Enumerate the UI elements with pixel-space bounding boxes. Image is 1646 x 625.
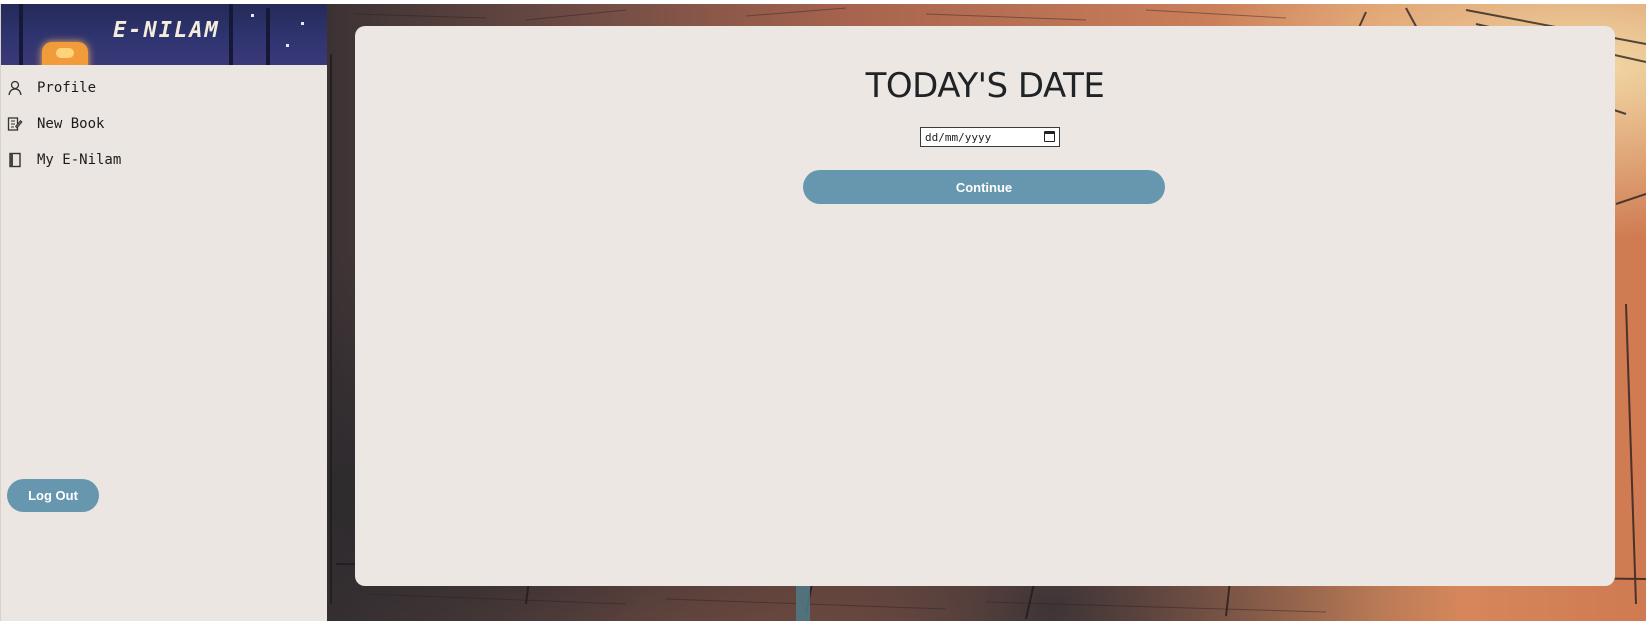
lantern-image: [42, 42, 88, 65]
sidebar-item-profile[interactable]: Profile: [1, 70, 327, 106]
app-banner: E-NILAM: [1, 4, 327, 65]
user-icon: [7, 80, 23, 96]
date-field[interactable]: dd/mm/yyyy: [920, 127, 1060, 147]
app-root: E-NILAM Profile New Book My E-Nilam Log …: [0, 0, 1646, 625]
page-title: TODAY'S DATE: [865, 66, 1105, 106]
date-placeholder: dd/mm/yyyy: [925, 130, 992, 144]
sidebar-item-label: New Book: [37, 116, 105, 132]
sidebar-nav: Profile New Book My E-Nilam: [1, 70, 327, 178]
edit-book-icon: [7, 116, 23, 132]
sidebar-item-new-book[interactable]: New Book: [1, 106, 327, 142]
sidebar-item-label: Profile: [37, 80, 97, 96]
book-icon: [7, 152, 23, 168]
main-card: TODAY'S DATE dd/mm/yyyy Continue: [355, 26, 1615, 586]
continue-button[interactable]: Continue: [803, 170, 1165, 204]
banner-pole-mid: [229, 4, 233, 65]
sidebar-item-my-e-nilam[interactable]: My E-Nilam: [1, 142, 327, 178]
logout-button[interactable]: Log Out: [7, 479, 99, 512]
banner-pole-right: [266, 8, 270, 65]
sidebar: E-NILAM Profile New Book My E-Nilam Log …: [0, 4, 327, 621]
sidebar-item-label: My E-Nilam: [37, 152, 122, 168]
calendar-icon[interactable]: [1044, 131, 1055, 142]
app-logo-title: E-NILAM: [113, 18, 220, 43]
star: [251, 14, 254, 17]
star: [286, 44, 289, 47]
star: [301, 22, 304, 25]
banner-pole-left: [19, 4, 23, 65]
